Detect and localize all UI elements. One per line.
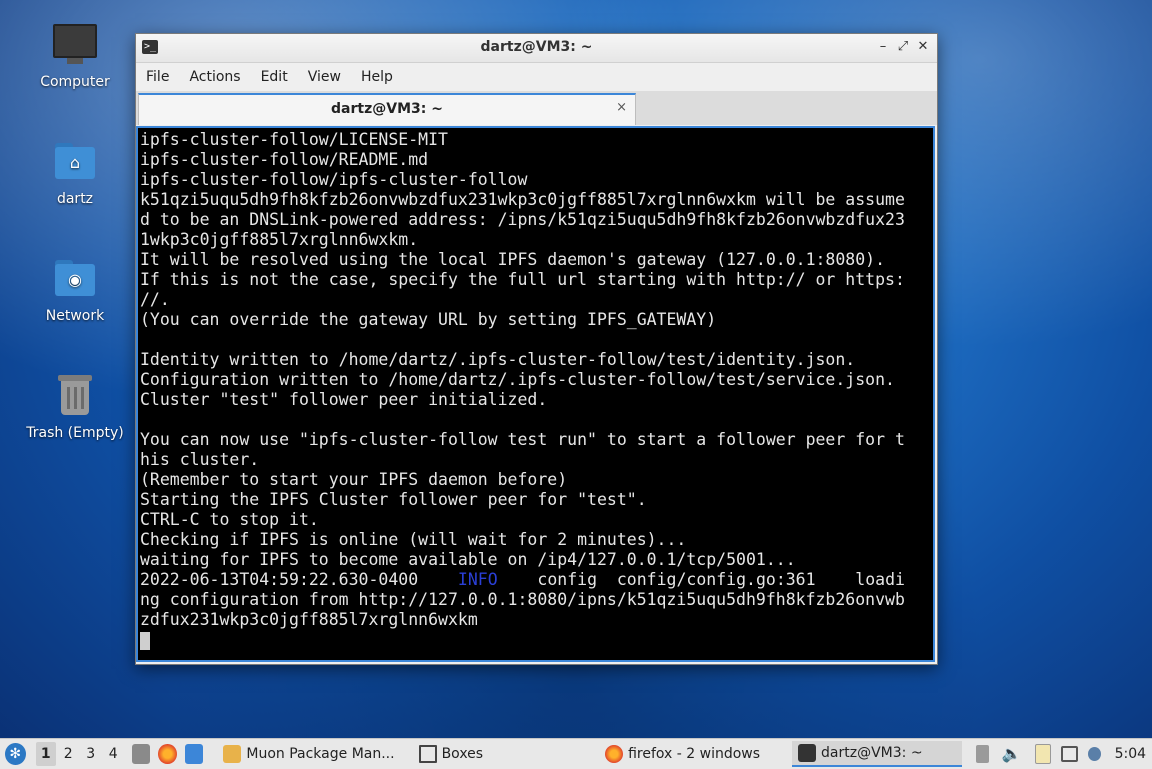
boxes-icon	[418, 745, 437, 763]
workspace-4[interactable]: 4	[103, 742, 124, 766]
taskbar: ✻ 1 2 3 4 Muon Package Man... Boxes fire…	[0, 738, 1152, 769]
task-firefox[interactable]: firefox - 2 windows	[599, 741, 766, 767]
computer-icon	[51, 22, 99, 70]
log-message: config config/config.go:361 loadi	[537, 570, 905, 589]
terminal-line: ipfs-cluster-follow/README.md	[140, 150, 429, 169]
terminal-line: ipfs-cluster-follow/LICENSE-MIT	[140, 130, 448, 149]
menu-bar: File Actions Edit View Help	[136, 63, 937, 91]
close-button[interactable]: ✕	[915, 39, 931, 55]
menu-view[interactable]: View	[300, 69, 349, 85]
tab-label: dartz@VM3: ~	[331, 101, 443, 117]
text-cursor	[140, 631, 150, 650]
window-title: dartz@VM3: ~	[480, 39, 593, 55]
workspace-2[interactable]: 2	[58, 742, 79, 766]
task-label: Muon Package Man...	[246, 746, 395, 762]
terminal-line: //.	[140, 290, 170, 309]
task-muon-package-manager[interactable]: Muon Package Man...	[217, 741, 400, 767]
terminal-window: >_ dartz@VM3: ~ – ⤢ ✕ File Actions Edit …	[135, 33, 938, 665]
maximize-button[interactable]: ⤢	[895, 39, 911, 55]
start-menu-icon[interactable]: ✻	[5, 743, 26, 765]
terminal-line: You can now use "ipfs-cluster-follow tes…	[140, 430, 905, 449]
terminal-output[interactable]: ipfs-cluster-follow/LICENSE-MIT ipfs-clus…	[136, 126, 935, 662]
workspace-3[interactable]: 3	[81, 742, 102, 766]
tab-bar: dartz@VM3: ~ ×	[136, 91, 937, 125]
desktop-icon-label: Network	[45, 308, 105, 324]
workspace-1[interactable]: 1	[35, 742, 56, 766]
desktop-icon-network[interactable]: ◉ Network	[20, 256, 130, 324]
cursor-line	[140, 630, 933, 650]
terminal-line: Cluster "test" follower peer initialized…	[140, 390, 548, 409]
show-desktop-icon[interactable]	[184, 744, 204, 764]
volume-icon[interactable]: 🔈	[1001, 745, 1021, 763]
terminal-line: ng configuration from http://127.0.0.1:8…	[140, 590, 905, 609]
battery-icon[interactable]	[976, 745, 990, 763]
task-label: firefox - 2 windows	[628, 746, 761, 762]
tab-close-icon[interactable]: ×	[616, 100, 627, 115]
terminal-line: his cluster.	[140, 450, 260, 469]
window-titlebar[interactable]: >_ dartz@VM3: ~ – ⤢ ✕	[136, 34, 937, 63]
desktop-icon-label: dartz	[56, 191, 94, 207]
desktop-icon-label: Computer	[40, 74, 110, 90]
log-line: 2022-06-13T04:59:22.630-0400 INFO config…	[140, 570, 933, 590]
clock[interactable]: 5:04	[1115, 746, 1146, 762]
task-terminal[interactable]: dartz@VM3: ~	[792, 741, 963, 767]
terminal-line: zdfux231wkp3c0jgff885l7xrglnn6wxkm	[140, 610, 478, 629]
terminal-line: Identity written to /home/dartz/.ipfs-cl…	[140, 350, 856, 369]
menu-edit[interactable]: Edit	[253, 69, 296, 85]
terminal-line: Checking if IPFS is online (will wait fo…	[140, 530, 687, 549]
network-icon[interactable]	[1060, 746, 1078, 762]
trash-icon	[51, 373, 99, 421]
terminal-line: (Remember to start your IPFS daemon befo…	[140, 470, 568, 489]
terminal-line: ipfs-cluster-follow/ipfs-cluster-follow	[140, 170, 528, 189]
terminal-line: k51qzi5uqu5dh9fh8kfzb26onvwbzdfux231wkp3…	[140, 190, 905, 209]
desktop-icon-label: Trash (Empty)	[26, 425, 124, 441]
desktop-icon-computer[interactable]: Computer	[20, 22, 130, 90]
file-manager-launcher-icon[interactable]	[131, 744, 151, 764]
task-label: dartz@VM3: ~	[821, 745, 923, 761]
log-timestamp: 2022-06-13T04:59:22.630-0400	[140, 570, 419, 589]
desktop-icon-dartz[interactable]: ⌂ dartz	[20, 139, 130, 207]
terminal-icon	[798, 744, 817, 762]
home-folder-icon: ⌂	[51, 139, 99, 187]
terminal-line: Configuration written to /home/dartz/.ip…	[140, 370, 895, 389]
notification-icon[interactable]	[1087, 747, 1101, 761]
firefox-launcher-icon[interactable]	[158, 744, 177, 764]
clipboard-icon[interactable]	[1035, 744, 1051, 764]
terminal-line: CTRL-C to stop it.	[140, 510, 319, 529]
network-folder-icon: ◉	[51, 256, 99, 304]
terminal-line: It will be resolved using the local IPFS…	[140, 250, 886, 269]
terminal-line: (You can override the gateway URL by set…	[140, 310, 717, 329]
menu-actions[interactable]: Actions	[181, 69, 248, 85]
terminal-line: Starting the IPFS Cluster follower peer …	[140, 490, 647, 509]
log-level: INFO	[457, 570, 498, 589]
menu-file[interactable]: File	[138, 69, 177, 85]
menu-help[interactable]: Help	[353, 69, 401, 85]
terminal-line: 1wkp3c0jgff885l7xrglnn6wxkm.	[140, 230, 419, 249]
tab-terminal[interactable]: dartz@VM3: ~ ×	[138, 93, 636, 125]
package-manager-icon	[223, 745, 242, 763]
task-label: Boxes	[441, 746, 484, 762]
task-boxes[interactable]: Boxes	[413, 741, 490, 767]
minimize-button[interactable]: –	[875, 39, 891, 55]
desktop-icon-trash[interactable]: Trash (Empty)	[20, 373, 130, 441]
terminal-line: waiting for IPFS to become available on …	[140, 550, 796, 569]
terminal-line: If this is not the case, specify the ful…	[140, 270, 905, 289]
terminal-line: d to be an DNSLink-powered address: /ipn…	[140, 210, 905, 229]
firefox-icon	[605, 745, 624, 763]
